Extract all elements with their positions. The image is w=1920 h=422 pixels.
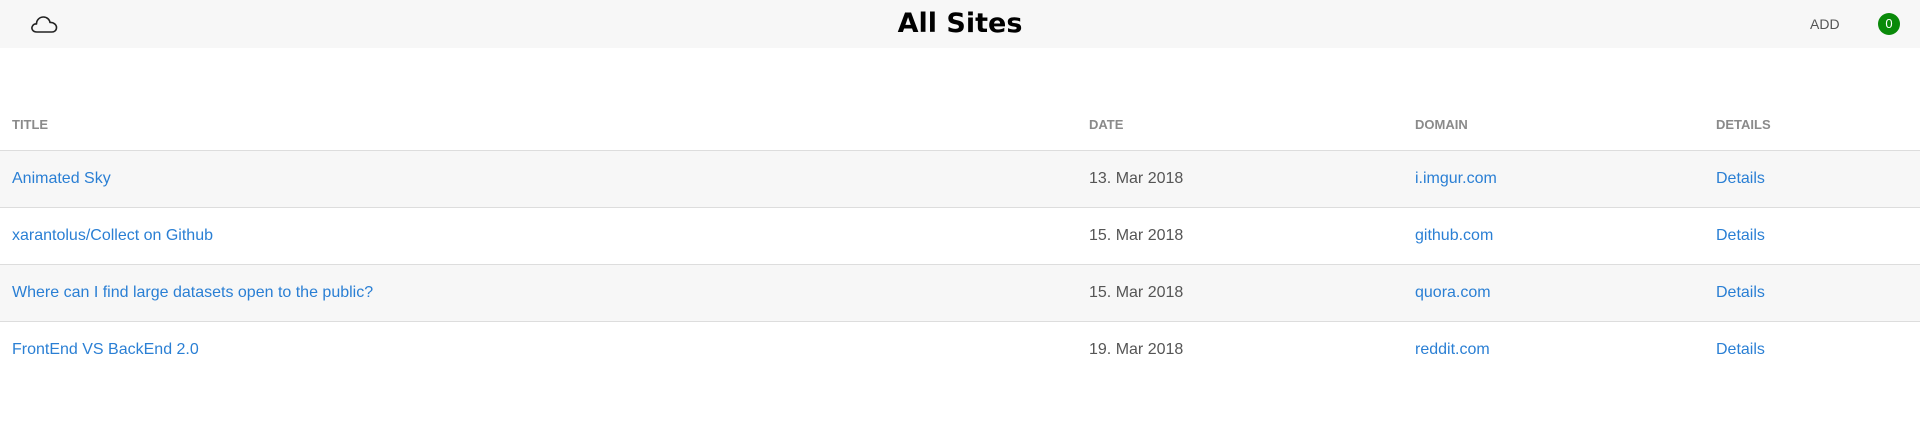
table-row: Animated Sky 13. Mar 2018 i.imgur.com De… [0, 150, 1920, 208]
details-link[interactable]: Details [1716, 284, 1765, 301]
site-domain-link[interactable]: github.com [1415, 227, 1493, 244]
table-header-row: TITLE DATE DOMAIN DETAILS [0, 100, 1920, 151]
site-title-link[interactable]: xarantolus/Collect on Github [12, 227, 213, 244]
site-domain-link[interactable]: reddit.com [1415, 341, 1490, 358]
column-header-details[interactable]: DETAILS [1704, 100, 1920, 151]
top-bar: All Sites ADD 0 [0, 0, 1920, 48]
page-title: All Sites [897, 8, 1023, 39]
site-title-link[interactable]: Animated Sky [12, 170, 111, 187]
table-row: xarantolus/Collect on Github 15. Mar 201… [0, 207, 1920, 265]
site-date: 13. Mar 2018 [1077, 150, 1403, 208]
site-date: 19. Mar 2018 [1089, 340, 1184, 358]
table-row: FrontEnd VS BackEnd 2.0 19. Mar 2018 red… [0, 321, 1920, 378]
column-header-title[interactable]: TITLE [0, 100, 1077, 151]
site-domain-link[interactable]: quora.com [1415, 284, 1491, 301]
site-domain-link[interactable]: i.imgur.com [1415, 170, 1497, 187]
site-date: 15. Mar 2018 [1077, 207, 1403, 265]
count-badge: 0 [1878, 13, 1900, 35]
site-date: 15. Mar 2018 [1077, 264, 1403, 322]
table-row: Where can I find large datasets open to … [0, 264, 1920, 322]
site-title-link[interactable]: Where can I find large datasets open to … [12, 284, 373, 301]
details-link[interactable]: Details [1716, 170, 1765, 187]
sites-table: TITLE DATE DOMAIN DETAILS Animated Sky 1… [0, 100, 1920, 378]
details-link[interactable]: Details [1716, 227, 1765, 244]
details-link[interactable]: Details [1716, 341, 1765, 358]
column-header-domain[interactable]: DOMAIN [1403, 100, 1704, 151]
add-button[interactable]: ADD [1810, 15, 1840, 33]
site-title-link[interactable]: FrontEnd VS BackEnd 2.0 [12, 341, 199, 358]
column-header-date[interactable]: DATE [1077, 100, 1403, 151]
